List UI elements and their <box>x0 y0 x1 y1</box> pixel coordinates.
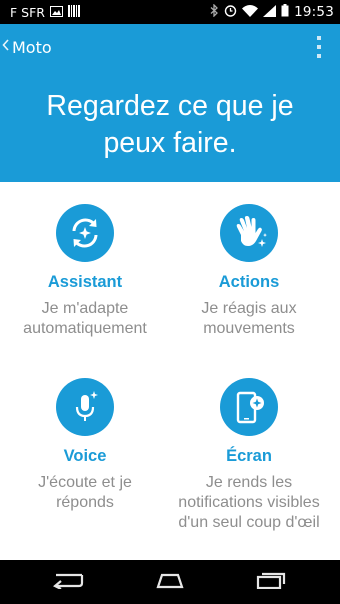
feature-description: Je rends les notifications visibles d'un… <box>178 474 320 531</box>
bluetooth-icon <box>210 3 219 20</box>
app-bar-back-button[interactable]: Moto <box>2 34 52 60</box>
wave-hand-icon <box>220 204 278 262</box>
recents-icon <box>254 571 288 593</box>
feature-description: J'écoute et je réponds <box>38 474 132 511</box>
feature-description: Je m'adapte automatiquement <box>23 300 147 337</box>
headline: Regardez ce que je peux faire. <box>46 90 294 159</box>
feature-actions[interactable]: Actions Je réagis aux mouvements <box>164 204 334 339</box>
feature-assistant[interactable]: Assistant Je m'adapte automatiquement <box>0 204 170 339</box>
image-icon <box>49 5 63 20</box>
back-icon <box>52 571 86 593</box>
phone-notification-icon <box>220 378 278 436</box>
header: Moto Regardez ce que je peux faire. <box>0 24 340 182</box>
wifi-icon <box>242 4 259 20</box>
carrier-label: F SFR <box>10 4 45 20</box>
home-icon <box>152 571 188 593</box>
barcode-icon <box>67 4 80 20</box>
status-bar: F SFR 19:53 <box>0 0 340 24</box>
nav-back-button[interactable] <box>39 560 99 604</box>
sync-sparkle-icon <box>56 204 114 262</box>
navigation-bar <box>0 560 340 604</box>
alarm-icon <box>224 4 237 20</box>
signal-icon <box>263 4 277 20</box>
feature-description: Je réagis aux mouvements <box>201 300 297 337</box>
feature-title: Voice <box>63 447 107 465</box>
feature-title: Actions <box>218 273 280 291</box>
chevron-left-icon <box>2 39 9 55</box>
status-time: 19:53 <box>294 4 334 20</box>
status-right: 19:53 <box>210 3 334 20</box>
app-title: Moto <box>12 37 52 57</box>
microphone-icon <box>56 378 114 436</box>
battery-icon <box>281 4 289 20</box>
nav-recents-button[interactable] <box>241 560 301 604</box>
features-grid: Assistant Je m'adapte automatiquement Ac… <box>0 182 340 560</box>
feature-title: Assistant <box>47 273 123 291</box>
overflow-menu-icon[interactable] <box>316 36 322 58</box>
feature-ecran[interactable]: Écran Je rends les notifications visible… <box>164 378 334 533</box>
app-bar: Moto <box>0 24 340 70</box>
status-left: F SFR <box>10 4 80 20</box>
nav-home-button[interactable] <box>140 560 200 604</box>
feature-voice[interactable]: Voice J'écoute et je réponds <box>0 378 170 513</box>
feature-title: Écran <box>226 447 272 465</box>
